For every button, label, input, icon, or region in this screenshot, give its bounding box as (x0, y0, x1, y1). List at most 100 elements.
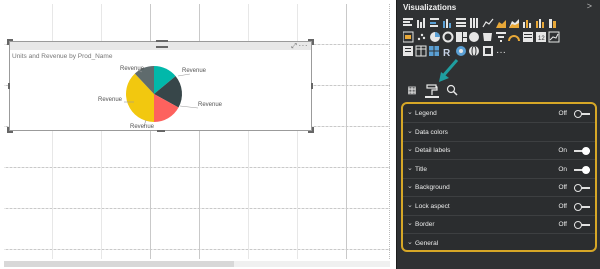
format-section-legend[interactable]: ⌄ Legend Off (403, 105, 595, 123)
fields-tab[interactable]: ▦ (405, 84, 419, 98)
pie-data-label: Revenue (98, 97, 123, 103)
toggle-state-label: Off (558, 110, 567, 117)
line-clustered-column-icon (523, 20, 531, 28)
line-chart-icon (482, 18, 494, 28)
format-section-label: Legend (415, 110, 437, 117)
resize-handle-left[interactable] (8, 83, 10, 89)
visual-title: Units and Revenue by Prod_Name (12, 53, 113, 60)
format-section-data-colors[interactable]: ⌄ Data colors (403, 124, 595, 142)
format-section-background[interactable]: ⌄ Background Off (403, 179, 595, 197)
clustered-column-chart-icon (443, 19, 451, 28)
focus-mode-icon[interactable]: ⤢ (291, 43, 297, 51)
format-section-label: Title (415, 165, 428, 173)
table-icon (415, 45, 427, 57)
toggle-state-label: On (558, 147, 567, 154)
pie-chart-visual[interactable]: ⤢ ··· Units and Revenue by Prod_Name Rev… (7, 39, 314, 133)
format-section-label: Data colors (415, 128, 448, 136)
chevron-down-icon[interactable]: ⌄ (407, 164, 413, 172)
map-icon (469, 32, 479, 42)
format-section-label: Lock aspect (415, 202, 450, 210)
pie-leader-line (179, 105, 199, 109)
globe-icon (469, 45, 479, 57)
stacked-column-chart-icon (417, 18, 425, 28)
scatter-chart-icon (417, 33, 426, 41)
toggle-switch[interactable] (574, 221, 590, 229)
resize-handle-top-left[interactable] (7, 39, 13, 45)
chevron-down-icon[interactable]: ⌄ (407, 201, 413, 209)
funnel-icon (496, 32, 506, 42)
toggle-state-label: Off (558, 184, 567, 191)
100-column-chart-icon (470, 18, 478, 28)
visual-type-gallery: 12 R ··· (402, 18, 579, 83)
toggle-state-label: Off (558, 202, 567, 210)
key-influencers-icon (483, 46, 493, 56)
card-icon: 12 (536, 32, 546, 42)
slicer-icon (403, 46, 413, 56)
format-section-label: Border (415, 221, 435, 228)
format-section-label: Background (415, 184, 450, 191)
chevron-down-icon[interactable]: ⌄ (407, 108, 413, 116)
analytics-tab[interactable] (445, 84, 459, 98)
100-bar-chart-icon (456, 18, 466, 27)
chevron-down-icon[interactable]: ⌄ (407, 145, 413, 153)
analytics-magnifier-icon (446, 84, 458, 96)
stacked-area-chart-icon (509, 19, 519, 28)
pie-data-label: Revenue (182, 68, 207, 74)
format-section-border[interactable]: ⌄ Border Off (403, 216, 595, 234)
resize-handle-bottom-right[interactable] (308, 127, 314, 133)
donut-chart-icon (442, 31, 454, 43)
more-options-icon[interactable]: ··· (299, 41, 309, 50)
chevron-down-icon[interactable]: ⌄ (407, 219, 413, 227)
line-stacked-column-icon (536, 19, 544, 28)
toggle-switch[interactable] (574, 202, 590, 211)
toggle-switch[interactable] (574, 165, 590, 174)
visualizations-pane: Visualizations > 12 R ··· ▦ ⌄ Legend Off… (396, 0, 600, 269)
format-section-label: General (415, 239, 439, 247)
chevron-down-icon[interactable]: ⌄ (407, 127, 413, 135)
matrix-icon (429, 46, 439, 56)
arcgis-map-icon (456, 46, 466, 56)
drag-grip-icon[interactable] (156, 40, 168, 48)
report-canvas[interactable]: ⤢ ··· Units and Revenue by Prod_Name Rev… (0, 0, 396, 269)
pie-chart-icon (430, 32, 440, 42)
area-chart-icon (496, 20, 506, 28)
annotation-arrow (439, 59, 459, 82)
pie-data-label: Revenue (198, 102, 223, 108)
toggle-switch[interactable] (574, 147, 590, 155)
resize-handle-right[interactable] (311, 83, 313, 89)
paint-roller-icon (426, 84, 438, 95)
format-section-detail-labels[interactable]: ⌄ Detail labels On (403, 142, 595, 160)
kpi-icon (548, 31, 560, 43)
chevron-down-icon[interactable]: ⌄ (407, 238, 413, 246)
horizontal-scrollbar[interactable] (4, 261, 390, 267)
format-section-general[interactable]: ⌄ General (403, 235, 595, 253)
resize-handle-bottom-left[interactable] (7, 127, 13, 133)
toggle-state-label: Off (558, 221, 567, 228)
chevron-down-icon[interactable]: ⌄ (407, 182, 413, 190)
treemap-icon (456, 32, 467, 42)
gauge-icon (508, 35, 520, 42)
format-section-title[interactable]: ⌄ Title On (403, 161, 595, 179)
multi-row-card-icon (523, 32, 533, 42)
toggle-state-label: On (558, 165, 567, 173)
clustered-bar-chart-icon (430, 18, 439, 27)
stacked-bar-chart-icon (403, 18, 413, 26)
toggle-switch[interactable] (574, 184, 590, 192)
pane-tabs: ▦ (397, 82, 600, 100)
pie-leader-line (177, 73, 191, 77)
waterfall-chart-icon (402, 31, 414, 43)
resize-handle-top-right[interactable] (308, 39, 314, 45)
filled-map-icon (483, 33, 492, 41)
format-tab[interactable] (425, 84, 439, 98)
pie-data-label: Revenue (120, 66, 145, 72)
collapse-pane-icon[interactable]: > (587, 1, 592, 11)
scrollbar-thumb[interactable] (4, 261, 234, 267)
toggle-switch[interactable] (574, 110, 590, 118)
pie-data-label: Revenue (130, 124, 155, 130)
visual-type-icons: 12 R ··· (402, 18, 560, 59)
ribbon-chart-icon (549, 19, 556, 28)
more-visuals-ellipsis: ··· (496, 47, 506, 58)
format-section-label: Detail labels (415, 147, 451, 154)
format-section-lock-aspect[interactable]: ⌄ Lock aspect Off (403, 198, 595, 216)
format-sections-list: ⌄ Legend Off ⌄ Data colors ⌄ Detail labels On ⌄ T… (401, 102, 597, 252)
